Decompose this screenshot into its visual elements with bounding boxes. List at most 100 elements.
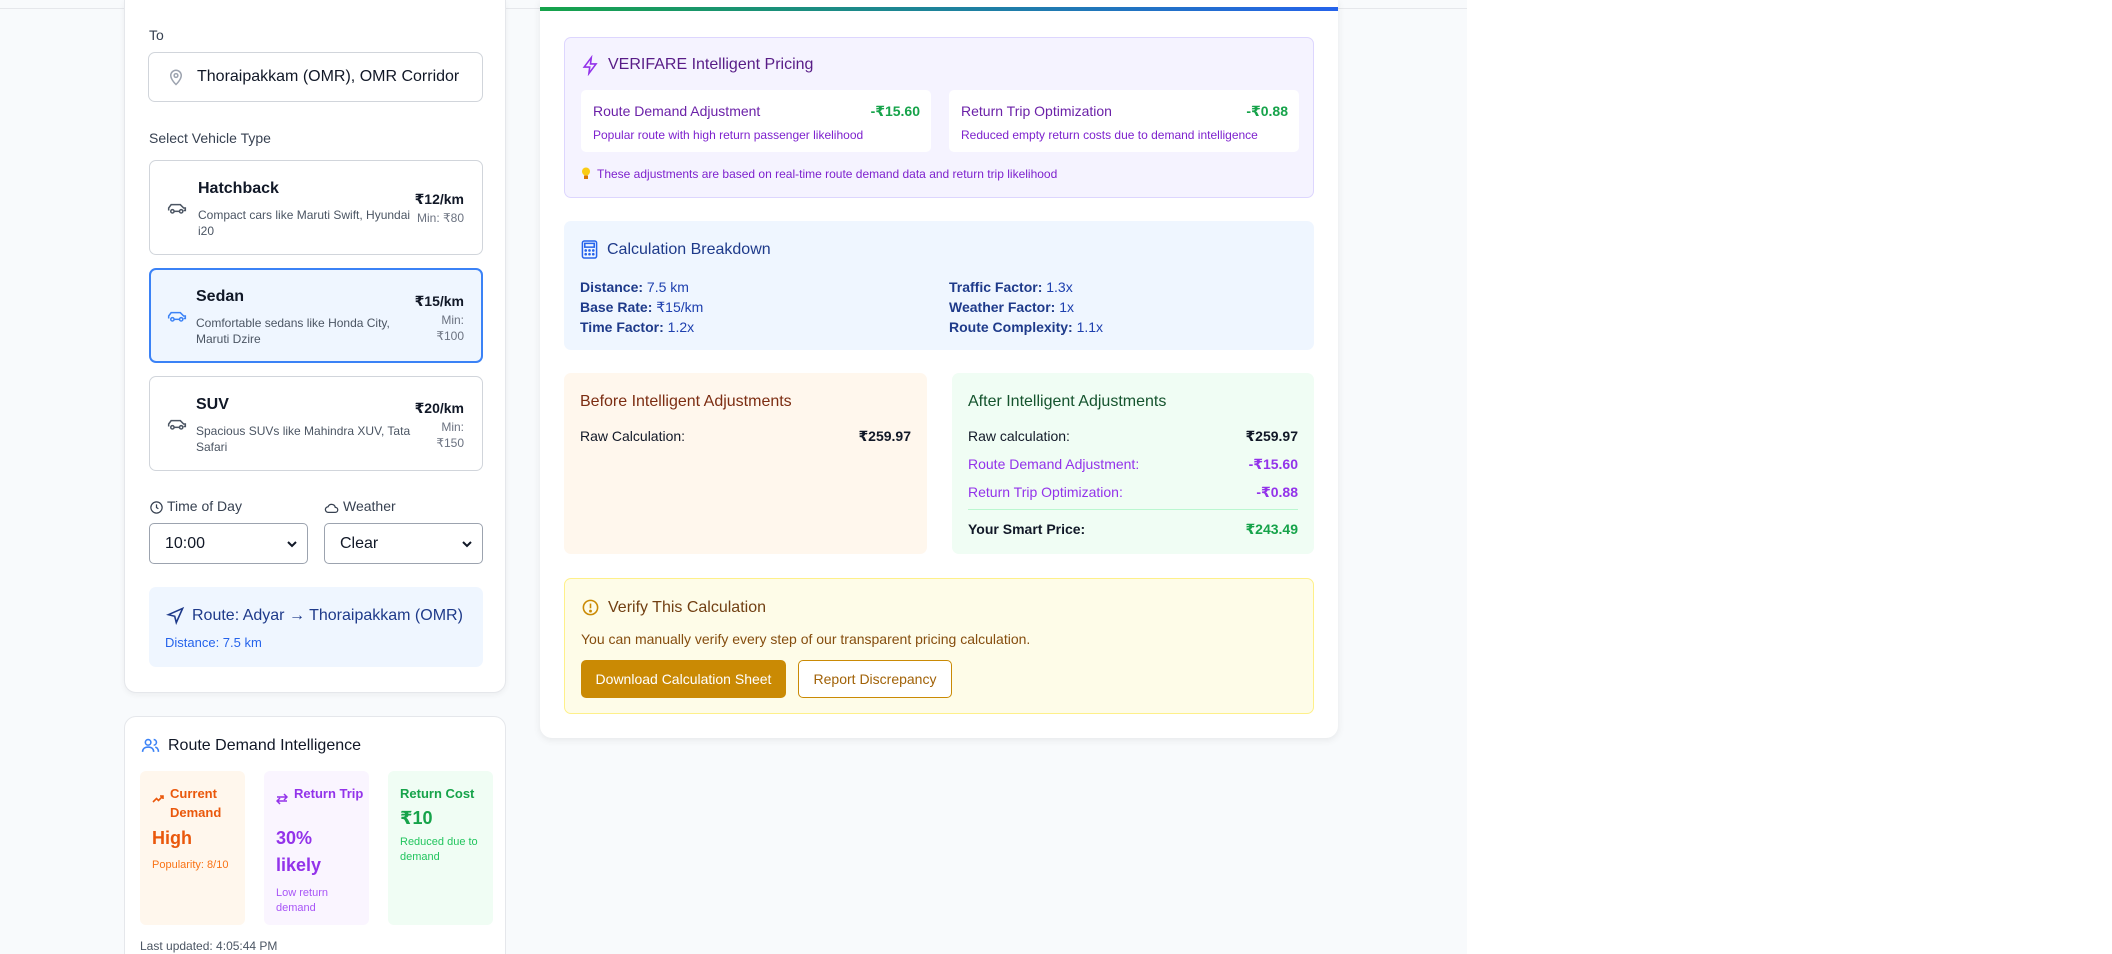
car-icon xyxy=(167,419,187,430)
vehicle-price: ₹15/km xyxy=(414,293,464,309)
vehicle-option-suv[interactable]: SUV Spacious SUVs like Mahindra XUV, Tat… xyxy=(149,376,483,471)
vehicle-description: Compact cars like Maruti Swift, Hyundai … xyxy=(198,208,411,238)
vehicle-type-label: Select Vehicle Type xyxy=(149,130,271,146)
tile-heading: Return Cost xyxy=(400,786,475,801)
verify-description: You can manually verify every step of ou… xyxy=(581,631,1031,647)
row-value: -₹15.60 xyxy=(1248,456,1298,472)
vehicle-option-sedan[interactable]: Sedan Comfortable sedans like Honda City… xyxy=(149,268,483,363)
car-icon xyxy=(167,203,187,214)
chevron-down-icon xyxy=(462,541,472,548)
return-trip-optimization-box: Return Trip Optimization -₹0.88 Reduced … xyxy=(949,90,1299,152)
alert-circle-icon xyxy=(582,599,599,616)
weather-label: Weather xyxy=(343,498,396,514)
vehicle-name: Hatchback xyxy=(198,180,279,197)
adjustment-desc: Reduced empty return costs due to demand… xyxy=(961,128,1258,142)
route-title: Route: Adyar → Thoraipakkam (OMR) xyxy=(192,607,463,624)
report-discrepancy-button[interactable]: Report Discrepancy xyxy=(798,660,952,698)
tile-value: High xyxy=(152,828,192,848)
vehicle-price: ₹20/km xyxy=(414,400,464,416)
after-adjustments-panel: After Intelligent Adjustments Raw calcul… xyxy=(952,373,1314,554)
verifare-note: These adjustments are based on real-time… xyxy=(597,167,1058,181)
row-label: Raw calculation: xyxy=(968,428,1070,444)
tile-heading: Current Demand xyxy=(170,786,222,820)
trending-up-icon xyxy=(152,795,164,803)
cloud-icon xyxy=(324,503,339,513)
lightning-icon xyxy=(582,55,598,76)
vehicle-option-hatchback[interactable]: Hatchback Compact cars like Maruti Swift… xyxy=(149,160,483,255)
smart-price-value: ₹243.49 xyxy=(1245,521,1298,537)
verify-panel: Verify This Calculation You can manually… xyxy=(564,578,1314,714)
weather-value: Clear xyxy=(340,534,379,552)
smart-price-row: Your Smart Price: ₹243.49 xyxy=(968,521,1298,538)
before-adjustments-panel: Before Intelligent Adjustments Raw Calcu… xyxy=(564,373,927,554)
download-calculation-sheet-button[interactable]: Download Calculation Sheet xyxy=(581,660,786,698)
row-value: ₹259.97 xyxy=(858,428,911,444)
tile-value: 30% likely xyxy=(276,828,322,875)
vehicle-min-fare: Min: ₹150 xyxy=(436,420,464,450)
after-return-trip-row: Return Trip Optimization: -₹0.88 xyxy=(968,484,1298,501)
vehicle-name: Sedan xyxy=(196,288,245,305)
route-demand-adjustment-box: Route Demand Adjustment -₹15.60 Popular … xyxy=(581,90,931,152)
tile-subtext: Low return demand xyxy=(276,887,328,914)
row-label: Route Demand Adjustment: xyxy=(968,456,1140,472)
adjustment-value: -₹0.88 xyxy=(1246,103,1288,119)
current-demand-tile: Current Demand High Popularity: 8/10 xyxy=(140,771,245,925)
weather-select[interactable]: Clear xyxy=(324,523,483,564)
breakdown-item-traffic-factor: Traffic Factor: 1.3x xyxy=(949,279,1073,295)
car-icon xyxy=(167,311,187,322)
pricing-card: VERIFARE Intelligent Pricing Route Deman… xyxy=(540,0,1338,738)
tile-heading: Return Trip xyxy=(294,786,364,801)
breakdown-title: Calculation Breakdown xyxy=(607,241,771,258)
time-of-day-label: Time of Day xyxy=(167,498,242,514)
adjustment-desc: Popular route with high return passenger… xyxy=(593,128,864,142)
verify-title: Verify This Calculation xyxy=(608,599,766,616)
row-value: -₹0.88 xyxy=(1256,484,1298,500)
clock-icon xyxy=(150,501,163,514)
viewport: To Thoraipakkam (OMR), OMR Corridor Sele… xyxy=(0,0,1467,954)
calculation-breakdown: Calculation Breakdown Distance: 7.5 km B… xyxy=(564,221,1314,350)
map-pin-icon xyxy=(169,69,183,86)
after-route-demand-row: Route Demand Adjustment: -₹15.60 xyxy=(968,456,1298,473)
vehicle-min-fare: Min: ₹100 xyxy=(436,313,464,343)
tile-value: ₹10 xyxy=(400,808,433,828)
navigation-icon xyxy=(166,606,185,625)
breakdown-item-weather-factor: Weather Factor: 1x xyxy=(949,299,1075,315)
vehicle-description: Comfortable sedans like Honda City, Maru… xyxy=(196,316,390,346)
before-title: Before Intelligent Adjustments xyxy=(580,393,792,410)
verifare-title: VERIFARE Intelligent Pricing xyxy=(608,56,814,73)
to-label: To xyxy=(149,27,164,43)
time-of-day-select[interactable]: 10:00 xyxy=(149,523,308,564)
return-cost-tile: Return Cost ₹10 Reduced due to demand xyxy=(388,771,493,925)
row-label: Raw Calculation: xyxy=(580,428,686,444)
divider xyxy=(968,509,1298,510)
adjustment-value: -₹15.60 xyxy=(870,103,920,119)
lightbulb-icon xyxy=(582,167,590,179)
breakdown-item-distance: Distance: 7.5 km xyxy=(580,279,689,295)
row-value: ₹259.97 xyxy=(1245,428,1298,444)
row-label: Your Smart Price: xyxy=(968,521,1086,537)
swap-arrows-icon xyxy=(276,793,288,805)
tile-subtext: Reduced due to demand xyxy=(400,836,478,863)
route-demand-card: Route Demand Intelligence Current Demand… xyxy=(124,716,506,954)
vehicle-description: Spacious SUVs like Mahindra XUV, Tata Sa… xyxy=(196,424,411,454)
route-demand-title: Route Demand Intelligence xyxy=(168,737,362,754)
calculator-icon xyxy=(581,240,598,259)
breakdown-item-route-complexity: Route Complexity: 1.1x xyxy=(949,319,1104,335)
breakdown-item-time-factor: Time Factor: 1.2x xyxy=(580,319,695,335)
adjustment-title: Return Trip Optimization xyxy=(961,103,1112,119)
booking-form-card: To Thoraipakkam (OMR), OMR Corridor Sele… xyxy=(124,0,506,693)
route-summary: Route: Adyar → Thoraipakkam (OMR) Distan… xyxy=(149,587,483,667)
time-of-day-value: 10:00 xyxy=(165,534,206,552)
adjustment-title: Route Demand Adjustment xyxy=(593,103,761,119)
row-label: Return Trip Optimization: xyxy=(968,484,1123,500)
after-raw-row: Raw calculation: ₹259.97 xyxy=(968,428,1298,445)
chevron-down-icon xyxy=(287,541,297,548)
vehicle-price: ₹12/km xyxy=(414,191,464,207)
to-input-value: Thoraipakkam (OMR), OMR Corridor xyxy=(197,68,460,85)
return-trip-tile: Return Trip 30% likely Low return demand xyxy=(264,771,369,925)
gradient-bar xyxy=(540,7,1338,11)
route-distance: Distance: 7.5 km xyxy=(165,635,262,650)
after-title: After Intelligent Adjustments xyxy=(968,393,1167,410)
to-input[interactable]: Thoraipakkam (OMR), OMR Corridor xyxy=(148,52,483,102)
tile-subtext: Popularity: 8/10 xyxy=(152,859,229,871)
